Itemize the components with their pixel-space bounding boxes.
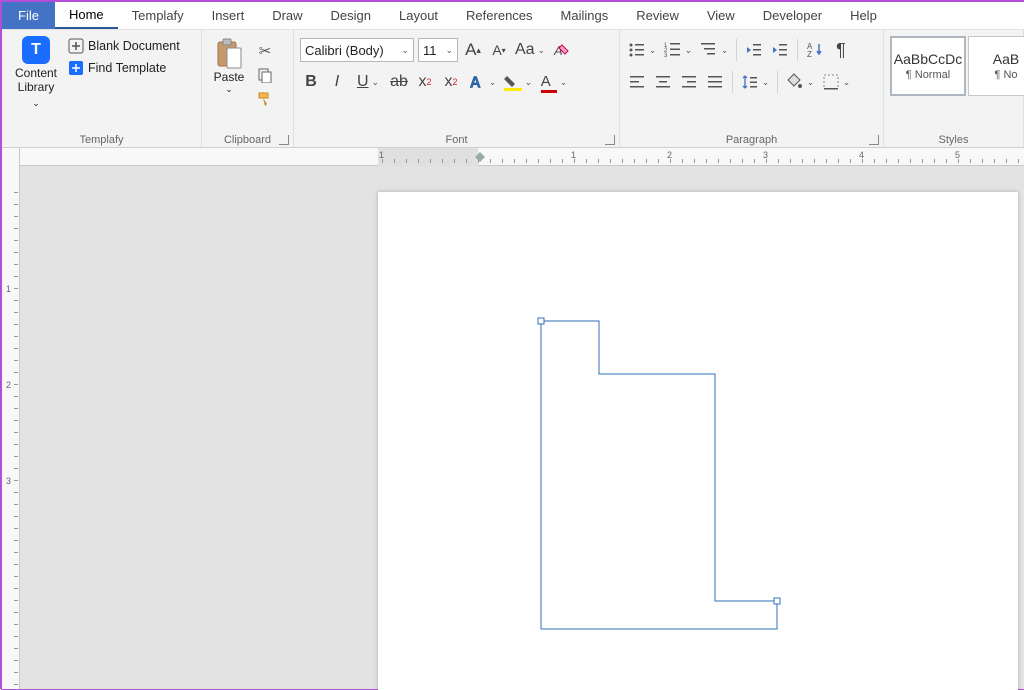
tab-help[interactable]: Help — [836, 2, 891, 29]
shrink-font-button[interactable]: A▾ — [488, 38, 510, 62]
svg-text:3: 3 — [664, 53, 668, 59]
borders-button[interactable]: ⌄ — [820, 70, 852, 94]
plus-box-icon — [68, 38, 84, 54]
subscript-button[interactable]: x2 — [414, 70, 436, 94]
numbering-button[interactable]: 123⌄ — [662, 38, 694, 62]
blank-document-button[interactable]: Blank Document — [68, 38, 180, 54]
svg-text:Z: Z — [807, 50, 812, 59]
tab-layout[interactable]: Layout — [385, 2, 452, 29]
justify-button[interactable] — [704, 70, 726, 94]
cut-button[interactable]: ✂ — [254, 40, 276, 62]
increase-indent-button[interactable] — [769, 38, 791, 62]
group-label-templafy: Templafy — [2, 134, 201, 146]
shading-button[interactable]: ⌄ — [784, 70, 816, 94]
tab-references[interactable]: References — [452, 2, 546, 29]
multilevel-list-button[interactable]: ⌄ — [698, 38, 730, 62]
tab-mailings[interactable]: Mailings — [547, 2, 623, 29]
underline-button[interactable]: U⌄ — [352, 70, 384, 94]
tab-developer[interactable]: Developer — [749, 2, 836, 29]
tab-view[interactable]: View — [693, 2, 749, 29]
copy-button[interactable] — [254, 64, 276, 86]
tab-design[interactable]: Design — [317, 2, 385, 29]
find-template-button[interactable]: Find Template — [68, 60, 180, 76]
font-size-select[interactable]: 11⌄ — [418, 38, 458, 62]
svg-text:A: A — [470, 74, 481, 91]
align-center-button[interactable] — [652, 70, 674, 94]
grow-font-button[interactable]: A▴ — [462, 38, 484, 62]
clipboard-dialog-launcher[interactable] — [279, 135, 289, 145]
text-effects-button[interactable]: A⌄ — [466, 70, 498, 94]
tab-home[interactable]: Home — [55, 2, 118, 29]
page[interactable] — [378, 192, 1018, 690]
change-case-button[interactable]: Aa⌄ — [514, 38, 546, 62]
superscript-button[interactable]: x2 — [440, 70, 462, 94]
bullets-button[interactable]: ⌄ — [626, 38, 658, 62]
decrease-indent-button[interactable] — [743, 38, 765, 62]
paste-button[interactable]: Paste ⌄ — [208, 34, 250, 131]
content-library-button[interactable]: T Content Library ⌄ — [8, 34, 64, 131]
highlight-button[interactable]: ⌄ — [502, 70, 534, 94]
content-library-label: Content Library — [8, 66, 64, 94]
italic-button[interactable]: I — [326, 70, 348, 94]
group-label-font: Font — [294, 134, 619, 146]
tab-templafy[interactable]: Templafy — [118, 2, 198, 29]
align-left-button[interactable] — [626, 70, 648, 94]
vertical-ruler[interactable]: 123 — [2, 148, 20, 689]
group-label-paragraph: Paragraph — [620, 134, 883, 146]
horizontal-ruler[interactable]: 1123456 — [20, 148, 1024, 166]
tab-draw[interactable]: Draw — [258, 2, 316, 29]
font-name-select[interactable]: Calibri (Body)⌄ — [300, 38, 414, 62]
line-spacing-button[interactable]: ⌄ — [739, 70, 771, 94]
plus-box-filled-icon — [68, 60, 84, 76]
templafy-logo-icon: T — [22, 36, 50, 64]
paragraph-dialog-launcher[interactable] — [869, 135, 879, 145]
tab-insert[interactable]: Insert — [198, 2, 259, 29]
sort-button[interactable]: AZ — [804, 38, 826, 62]
bold-button[interactable]: B — [300, 70, 322, 94]
document-area[interactable]: 123 1123456 — [2, 148, 1024, 689]
align-right-button[interactable] — [678, 70, 700, 94]
font-dialog-launcher[interactable] — [605, 135, 615, 145]
menu-bar: File Home Templafy Insert Draw Design La… — [2, 2, 1024, 30]
clear-formatting-button[interactable]: A — [550, 38, 572, 62]
tab-file[interactable]: File — [2, 2, 55, 29]
format-painter-button[interactable] — [254, 88, 276, 110]
tab-review[interactable]: Review — [622, 2, 693, 29]
font-color-button[interactable]: A⌄ — [538, 70, 570, 94]
style-no-spacing[interactable]: AaB ¶ No — [968, 36, 1024, 96]
clipboard-icon — [215, 38, 243, 70]
ribbon: T Content Library ⌄ Blank Document Find … — [2, 30, 1024, 148]
strikethrough-button[interactable]: ab — [388, 70, 410, 94]
style-normal[interactable]: AaBbCcDc ¶ Normal — [890, 36, 966, 96]
show-marks-button[interactable]: ¶ — [830, 38, 852, 62]
group-label-styles: Styles — [884, 134, 1023, 146]
